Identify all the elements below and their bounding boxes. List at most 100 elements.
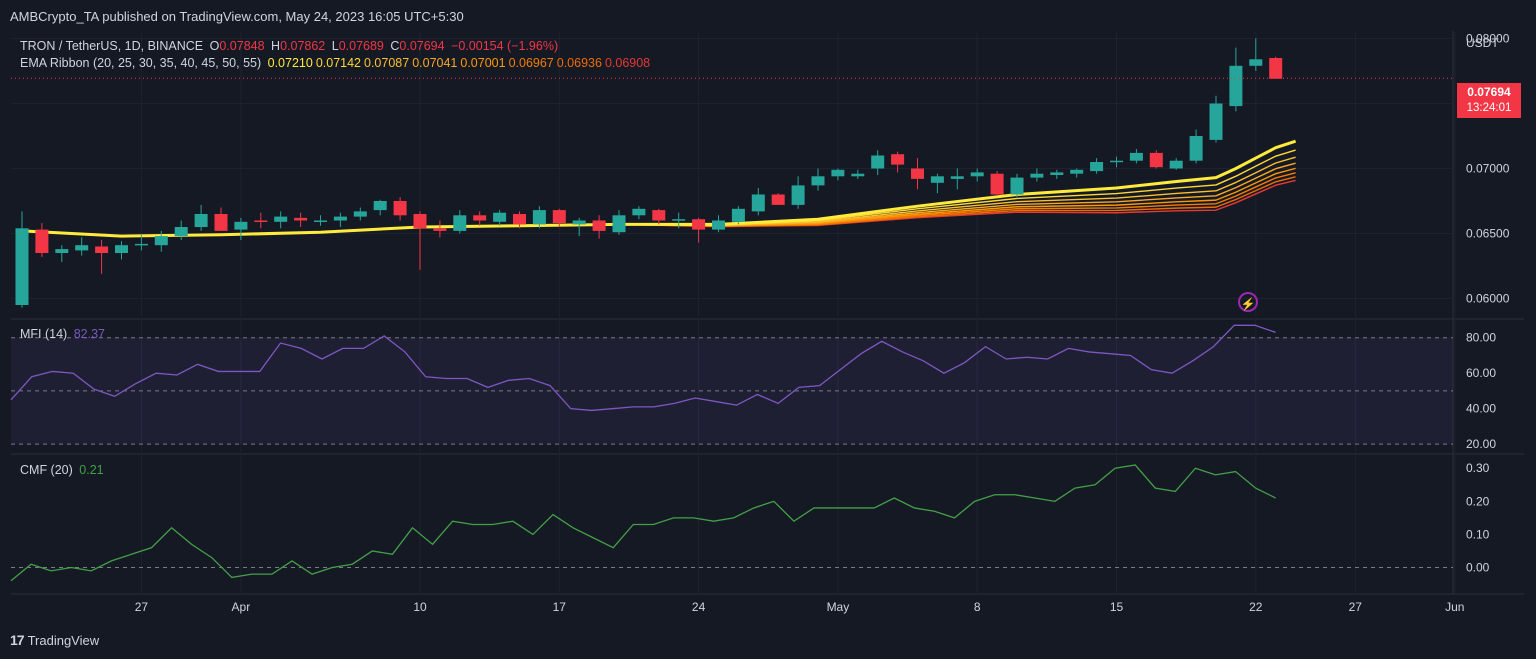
candle xyxy=(950,168,964,190)
candle xyxy=(871,150,885,175)
cmf-label[interactable]: CMF (20) xyxy=(20,463,73,477)
candle-body xyxy=(274,216,288,222)
time-tick-label: 8 xyxy=(974,600,981,614)
candle xyxy=(970,168,984,182)
candle xyxy=(632,206,646,220)
candle xyxy=(413,211,427,270)
candle xyxy=(731,206,745,225)
candle-body xyxy=(612,215,626,233)
candle-body xyxy=(532,210,546,225)
candle-body xyxy=(294,217,308,221)
high-value: 0.07862 xyxy=(280,39,326,53)
candle xyxy=(1010,173,1024,198)
candle-body xyxy=(1070,169,1084,174)
candle-body xyxy=(393,201,407,216)
candle-body xyxy=(990,173,1004,195)
candle xyxy=(851,169,865,179)
last-price: 0.07694 xyxy=(1467,85,1511,99)
candle-body xyxy=(1129,152,1143,161)
candle-body xyxy=(930,176,944,183)
candle-body xyxy=(1090,162,1104,172)
candle-body xyxy=(493,212,507,222)
mfi-tick-label: 60.00 xyxy=(1466,366,1496,380)
candle-body xyxy=(1149,152,1163,168)
candle-body xyxy=(831,169,845,177)
time-tick-label: 22 xyxy=(1249,600,1263,614)
candle-body xyxy=(373,201,387,211)
candle-body xyxy=(433,228,447,231)
time-tick-label: 15 xyxy=(1110,600,1124,614)
candle-body xyxy=(731,208,745,222)
candle xyxy=(393,197,407,221)
time-tick-label: 27 xyxy=(1349,600,1363,614)
bar-countdown: 13:24:01 xyxy=(1466,102,1512,114)
candle xyxy=(55,245,69,263)
chart-canvas[interactable]: 27 Apr 10 17 24 May 8 15 22 27 Jun 0.06000 0.06500 0.… xyxy=(0,0,1536,659)
candle xyxy=(473,211,487,226)
candle-body xyxy=(1189,136,1203,161)
candle-body xyxy=(911,168,924,179)
candle-body xyxy=(592,220,606,231)
candle-body xyxy=(851,173,865,177)
candle-body xyxy=(214,214,228,231)
candle xyxy=(1110,156,1123,168)
mfi-legend: MFI (14) 82.37 xyxy=(20,327,108,341)
candle-body xyxy=(1010,177,1024,195)
candle-body xyxy=(811,176,825,186)
candle-body xyxy=(35,229,49,253)
candle-body xyxy=(513,214,526,225)
candle-body xyxy=(154,236,168,246)
ema-value-3: 0.07041 xyxy=(412,56,458,70)
low-value: 0.07689 xyxy=(338,39,384,53)
candle xyxy=(652,208,666,225)
candle xyxy=(1070,168,1084,178)
last-price-tag: 0.07694 13:24:01 xyxy=(1457,83,1521,118)
ema-value-4: 0.07001 xyxy=(460,56,506,70)
candle-body xyxy=(1110,160,1123,163)
lightning-icon[interactable]: ⚡ xyxy=(1238,292,1258,312)
mfi-value: 82.37 xyxy=(73,327,105,341)
candle xyxy=(1050,169,1064,179)
candle xyxy=(115,241,128,260)
candle xyxy=(433,220,447,238)
high-label: H xyxy=(271,39,281,53)
price-tick-label: 0.06500 xyxy=(1466,227,1510,241)
symbol-legend: TRON / TetherUS, 1D, BINANCE O0.07848 H0… xyxy=(20,39,561,53)
candle-body xyxy=(891,154,905,165)
open-label: O xyxy=(209,39,220,53)
cmf-line xyxy=(10,464,1276,582)
ema-value-1: 0.07142 xyxy=(315,56,361,70)
candle-body xyxy=(712,220,725,230)
symbol-name[interactable]: TRON / TetherUS, 1D, BINANCE xyxy=(20,39,203,53)
candle-body xyxy=(672,219,686,221)
time-tick-label: 27 xyxy=(135,600,149,614)
price-tick-label: 0.07000 xyxy=(1466,162,1510,176)
candle xyxy=(214,207,228,231)
mfi-label[interactable]: MFI (14) xyxy=(20,327,67,341)
candle xyxy=(1030,168,1044,182)
candle xyxy=(234,217,248,240)
candle-body xyxy=(453,215,467,231)
candle-body xyxy=(692,219,706,230)
candle xyxy=(592,215,606,239)
candle xyxy=(194,204,208,231)
ema-label[interactable]: EMA Ribbon (20, 25, 30, 35, 40, 45, 50, … xyxy=(20,56,261,70)
candle-body xyxy=(95,246,109,253)
tv-logo-icon: 17 xyxy=(10,632,25,648)
footer-brand[interactable]: TradingView xyxy=(28,633,100,648)
candle-body xyxy=(234,221,248,230)
candle xyxy=(1149,150,1163,169)
candle xyxy=(751,188,765,216)
candle xyxy=(911,158,924,190)
candle xyxy=(333,212,347,227)
candle xyxy=(692,217,706,243)
candle-body xyxy=(333,216,347,221)
candle-body xyxy=(174,227,188,237)
ema-value-5: 0.06967 xyxy=(508,56,554,70)
change-value: −0.00154 (−1.96%) xyxy=(451,39,559,53)
candle xyxy=(1090,158,1104,174)
candle-body xyxy=(1249,59,1263,66)
ema-value-0: 0.07210 xyxy=(267,56,313,70)
candle-body xyxy=(1050,172,1064,175)
candle-body xyxy=(75,245,89,251)
